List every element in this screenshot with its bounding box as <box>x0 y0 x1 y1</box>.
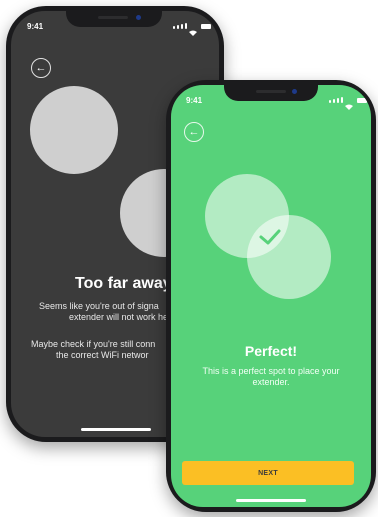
signal-icon <box>173 26 175 29</box>
notch <box>224 85 318 101</box>
description-line: This is a perfect spot to place your <box>202 366 340 376</box>
next-button[interactable]: NEXT <box>182 461 354 485</box>
signal-bar <box>177 25 179 29</box>
checkmark-icon <box>259 229 281 245</box>
back-button[interactable]: ← <box>31 58 51 78</box>
battery-icon <box>201 24 211 29</box>
notch <box>66 11 162 27</box>
status-icons <box>329 97 367 110</box>
signal-bar <box>337 98 339 103</box>
status-time: 9:41 <box>186 96 203 105</box>
home-indicator <box>81 428 151 431</box>
speaker <box>256 90 286 93</box>
circle-left <box>30 86 118 174</box>
page-title: Too far away <box>75 275 172 292</box>
signal-bar <box>185 23 187 29</box>
arrow-left-icon: ← <box>188 126 200 138</box>
wifi-icon <box>345 97 353 110</box>
camera <box>292 89 297 94</box>
speaker <box>98 16 128 19</box>
signal-bar <box>181 24 183 29</box>
status-time: 9:41 <box>27 22 44 31</box>
description-line: extender. <box>252 377 290 387</box>
back-button[interactable]: ← <box>184 122 204 142</box>
battery-icon <box>357 98 367 103</box>
signal-bar <box>333 99 335 103</box>
home-indicator <box>236 499 306 502</box>
camera <box>136 15 141 20</box>
front-phone: 9:41 ← Perfect! This is a perfect spot t… <box>166 80 376 512</box>
signal-bar <box>341 97 343 103</box>
wifi-icon <box>189 23 197 36</box>
signal-icon <box>329 100 331 103</box>
status-icons <box>173 23 211 36</box>
front-phone-screen: 9:41 ← Perfect! This is a perfect spot t… <box>171 85 371 507</box>
page-title: Perfect! <box>244 343 298 359</box>
arrow-left-icon: ← <box>35 62 47 74</box>
